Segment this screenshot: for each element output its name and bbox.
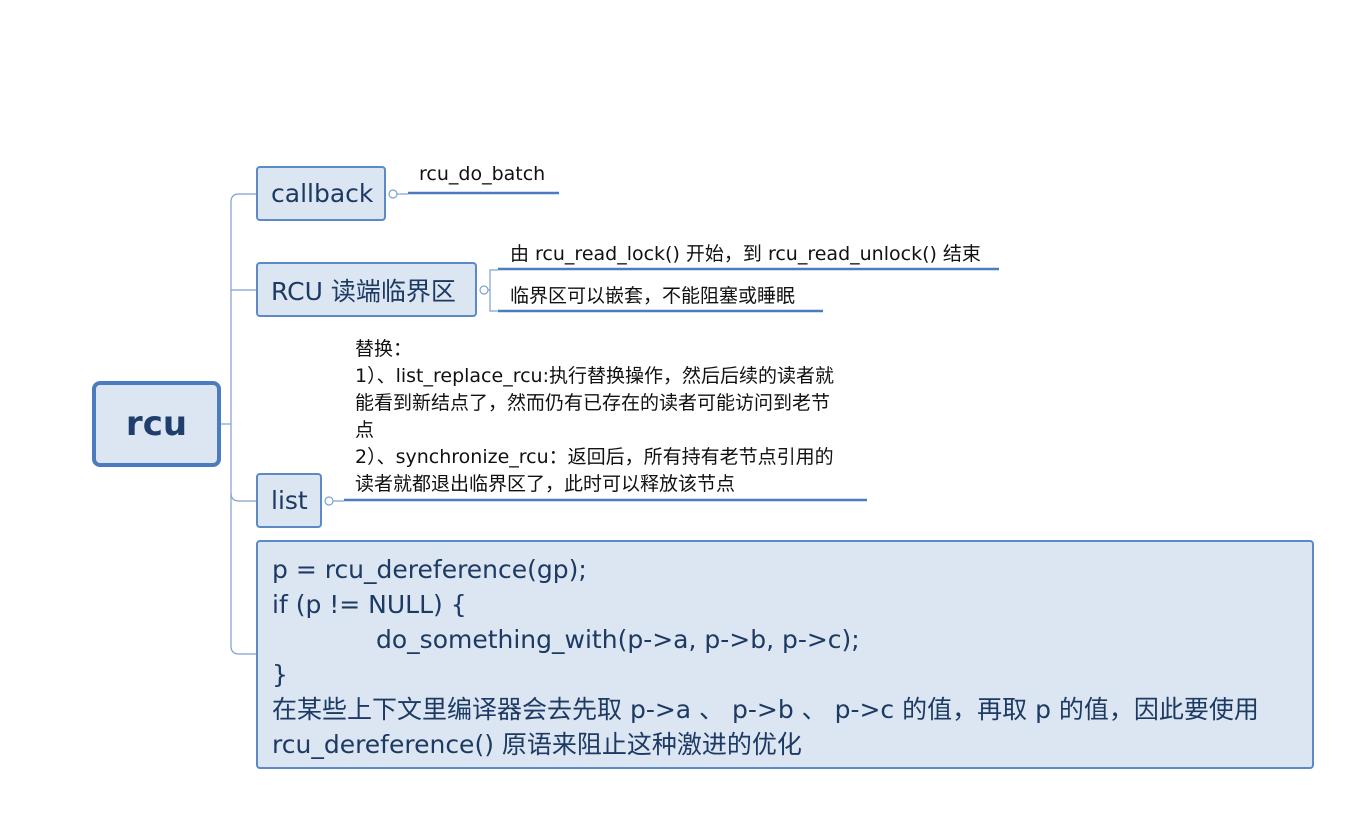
note-line: 点 (355, 419, 375, 441)
subtopic-rcu-do-batch[interactable]: rcu_do_batch (419, 163, 545, 185)
collapse-toggle-callback (388, 189, 398, 199)
collapse-toggle-rcu-read (479, 285, 489, 295)
rcu-read-child-connector (488, 269, 498, 312)
topic-list-label: list (271, 486, 308, 515)
topic-list[interactable]: list (256, 473, 322, 528)
note-line: 读者就都退出临界区了，此时可以释放该节点 (355, 473, 736, 495)
subtopic-read-lock-unlock-label: 由 rcu_read_lock() 开始，到 rcu_read_unlock()… (510, 243, 981, 265)
code-block: p = rcu_dereference(gp); if (p != NULL) … (272, 552, 1259, 762)
root-label: rcu (125, 404, 188, 444)
note-line: 2）、synchronize_rcu：返回后，所有持有老节点引用的 (355, 446, 834, 468)
code-explanation-line: rcu_dereference() 原语来阻止这种激进的优化 (272, 730, 802, 759)
code-explanation-line: 在某些上下文里编译器会去先取 p->a 、 p->b 、 p->c 的值，再取 … (272, 695, 1259, 724)
collapse-toggle-list (324, 496, 334, 506)
note-line: 替换： (355, 338, 413, 360)
topic-rcu-read-critical-section[interactable]: RCU 读端临界区 (256, 262, 477, 317)
code-line: } (272, 660, 288, 689)
code-line: do_something_with(p->a, p->b, p->c); (376, 625, 860, 654)
subtopic-rcu-do-batch-label: rcu_do_batch (419, 163, 546, 185)
list-replace-note[interactable]: 替换： 1）、list_replace_rcu:执行替换操作，然后后续的读者就 … (355, 336, 875, 498)
subtopic-nesting-rule-label: 临界区可以嵌套，不能阻塞或睡眠 (510, 285, 796, 307)
code-line: p = rcu_dereference(gp); (272, 555, 587, 584)
branch-connector-list (230, 492, 256, 502)
code-line: if (p != NULL) { (272, 590, 467, 619)
mindmap-canvas: rcu callback rcu_do_batch RCU 读端临界区 由 rc… (0, 0, 1365, 824)
branch-trunk (230, 193, 256, 655)
note-line: 1）、list_replace_rcu:执行替换操作，然后后续的读者就 (355, 365, 834, 387)
note-line: 能看到新结点了，然而仍有已存在的读者可能访问到老节 (355, 392, 831, 414)
topic-callback[interactable]: callback (256, 166, 386, 221)
topic-rcu-read-label: RCU 读端临界区 (271, 276, 456, 306)
subtopic-nesting-rule[interactable]: 临界区可以嵌套，不能阻塞或睡眠 (510, 281, 795, 308)
root-node-rcu[interactable]: rcu (92, 381, 221, 467)
topic-callback-label: callback (271, 179, 374, 208)
subtopic-read-lock-unlock[interactable]: 由 rcu_read_lock() 开始，到 rcu_read_unlock()… (510, 239, 981, 266)
topic-rcu-dereference-code[interactable]: p = rcu_dereference(gp); if (p != NULL) … (256, 540, 1314, 769)
